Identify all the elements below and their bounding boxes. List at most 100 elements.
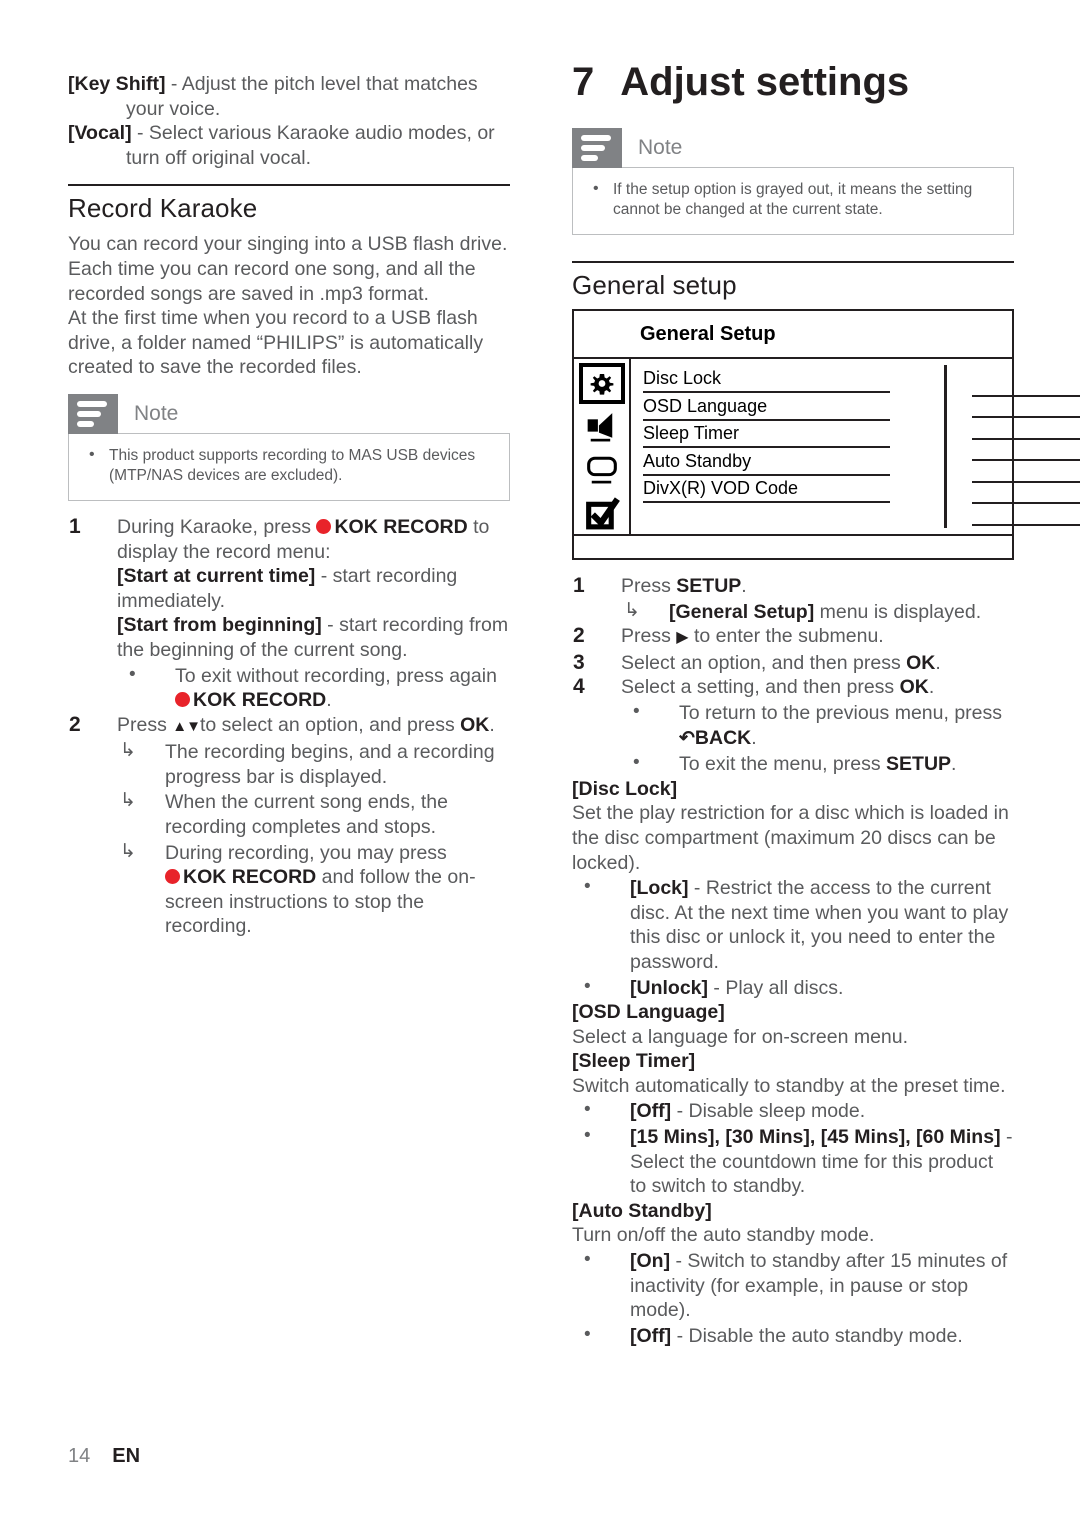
- setting-term-auto-standby: [Auto Standby]: [572, 1199, 712, 1222]
- bullet-text: [Unlock] - Play all discs.: [630, 976, 1014, 1001]
- bullet-rest: - Switch to standby after 15 minutes of …: [630, 1250, 1008, 1322]
- osd-general-setup-illustration: General Setup Disc Lock OSD Language Sle…: [572, 309, 1080, 560]
- note-item: If the setup option is grayed out, it me…: [587, 179, 999, 220]
- result-key: [General Setup]: [669, 600, 815, 623]
- right-arrow-icon: ▶: [676, 629, 689, 647]
- bullet-text: [Lock] - Restrict the access to the curr…: [630, 876, 1014, 974]
- bullet-rest: - Play all discs.: [708, 976, 844, 999]
- bullet-text: To exit without recording, press again K…: [175, 664, 510, 713]
- checkbox-check-icon[interactable]: [579, 492, 625, 533]
- result-text: The recording begins, and a recording pr…: [165, 741, 495, 788]
- page-footer: 14 EN: [68, 1445, 140, 1468]
- step-number: 3: [573, 650, 585, 674]
- setup-step-3-text: Select an option, and then press OK.: [621, 651, 1014, 676]
- steps-list-record: 1 During Karaoke, press KOK RECORD to di…: [68, 515, 510, 939]
- term-key-shift-text: - Adjust the pitch level that matches yo…: [126, 73, 478, 120]
- note-lines-icon: [572, 128, 622, 168]
- osd-item-disc-lock[interactable]: Disc Lock: [643, 368, 890, 393]
- setting-bullet-unlock: • [Unlock] - Play all discs.: [572, 976, 1014, 1001]
- step-2-mid: to select an option, and press: [199, 713, 461, 736]
- video-screen-icon[interactable]: [579, 449, 625, 490]
- osd-value-line: [972, 461, 1080, 483]
- term-vocal: [Vocal]: [68, 122, 132, 145]
- up-down-arrows-icon: ▲▼: [172, 717, 201, 735]
- step-2-lead: Press: [117, 713, 173, 736]
- left-column: [Key Shift] - Adjust the pitch level tha…: [68, 72, 510, 939]
- step-tail: .: [741, 575, 747, 597]
- setup-step-4-bullet-back: • To return to the previous menu, press …: [621, 701, 1014, 751]
- bullet-lead: To exit the menu, press: [679, 753, 887, 776]
- bullet-dot-icon: •: [584, 1323, 591, 1345]
- section-divider-rule: [68, 184, 510, 187]
- setup-step-1-text: Press SETUP.: [621, 574, 1014, 599]
- bullet-lead: To exit without recording, press again: [175, 664, 497, 687]
- note-tab: Note: [572, 128, 1014, 168]
- setting-term-osd-language: [OSD Language]: [572, 1001, 725, 1024]
- step-number: 4: [573, 675, 585, 699]
- osd-title: General Setup: [574, 311, 1012, 359]
- bullet-tail: .: [326, 689, 332, 712]
- bullet-text: [Off] - Disable the auto standby mode.: [630, 1324, 1014, 1349]
- step-lead: Select an option, and then press: [621, 651, 907, 674]
- setup-step-1: 1 Press SETUP. ↳ [General Setup] menu is…: [572, 574, 1014, 624]
- bullet-term: [Off]: [630, 1324, 672, 1347]
- note-body: This product supports recording to MAS U…: [68, 432, 510, 501]
- step-1-key: KOK RECORD: [334, 515, 468, 538]
- term-key-shift: [Key Shift]: [68, 73, 166, 95]
- osd-item-sleep-timer[interactable]: Sleep Timer: [643, 423, 890, 448]
- bullet-text: [15 Mins], [30 Mins], [45 Mins], [60 Min…: [630, 1125, 1014, 1199]
- note-box-left: Note This product supports recording to …: [68, 393, 510, 501]
- osd-item-divx-vod[interactable]: DivX(R) VOD Code: [643, 478, 890, 503]
- osd-item-osd-language[interactable]: OSD Language: [643, 396, 890, 421]
- step-tail: .: [935, 651, 941, 674]
- osd-item-auto-standby[interactable]: Auto Standby: [643, 451, 890, 476]
- note-label: Note: [134, 401, 179, 425]
- bullet-term: [On]: [630, 1250, 671, 1273]
- result-text: When the current song ends, the recordin…: [165, 791, 448, 839]
- setup-step-4-bullet-exit: • To exit the menu, press SETUP.: [621, 752, 1014, 777]
- step-lead: Press: [621, 575, 677, 597]
- chapter-name: Adjust settings: [620, 60, 910, 104]
- option-term: [Start at current time]: [117, 565, 316, 588]
- step-key: SETUP: [676, 575, 742, 597]
- bullet-text: To return to the previous menu, press ↶B…: [679, 701, 1014, 751]
- setting-bullet-sleep-durations: • [15 Mins], [30 Mins], [45 Mins], [60 M…: [572, 1125, 1014, 1199]
- setting-desc-sleep-timer: Switch automatically to standby at the p…: [572, 1074, 1006, 1097]
- osd-main: Disc Lock OSD Language Sleep Timer Auto …: [574, 359, 1080, 534]
- step-1-text: During Karaoke, press KOK RECORD to disp…: [117, 515, 510, 564]
- bullet-dot-icon: •: [584, 1099, 591, 1121]
- osd-value-line: [972, 504, 1080, 526]
- note-item: This product supports recording to MAS U…: [83, 445, 495, 486]
- language-code: EN: [112, 1445, 141, 1467]
- step-1-lead: During Karaoke, press: [117, 515, 317, 538]
- red-record-dot-icon: [316, 518, 332, 534]
- paragraph-record-intro: You can record your singing into a USB f…: [68, 233, 508, 305]
- setup-step-2-text: Press ▶ to enter the submenu.: [621, 624, 1014, 651]
- bullet-dot-icon: •: [129, 663, 136, 685]
- gear-icon[interactable]: [578, 363, 625, 404]
- bullet-rest: - Disable sleep mode.: [671, 1100, 866, 1123]
- osd-status-bar: [574, 534, 1012, 558]
- setting-desc-disc-lock: Set the play restriction for a disc whic…: [572, 802, 1009, 874]
- manual-page: [Key Shift] - Adjust the pitch level tha…: [0, 0, 1080, 1527]
- setting-term-disc-lock: [Disc Lock]: [572, 777, 678, 800]
- step-number: 1: [573, 574, 585, 597]
- bullet-key: BACK: [694, 726, 752, 749]
- definition-vocal: [Vocal] - Select various Karaoke audio m…: [68, 121, 510, 170]
- bullet-term: [Off]: [630, 1100, 672, 1123]
- option-term: [Start from beginning]: [117, 614, 322, 637]
- osd-icon-rail: [574, 359, 631, 534]
- setting-bullet-lock: • [Lock] - Restrict the access to the cu…: [572, 876, 1014, 974]
- page-number: 14: [68, 1445, 91, 1467]
- bullet-text: [On] - Switch to standby after 15 minute…: [630, 1249, 1014, 1323]
- speaker-icon[interactable]: [579, 406, 625, 447]
- bullet-dot-icon: •: [584, 1125, 591, 1147]
- term-vocal-text: - Select various Karaoke audio modes, or…: [126, 122, 495, 169]
- steps-list-setup: 1 Press SETUP. ↳ [General Setup] menu is…: [572, 574, 1014, 777]
- osd-value-line: [972, 375, 1080, 397]
- bullet-key: KOK RECORD: [193, 689, 327, 712]
- settings-descriptions: [Disc Lock] Set the play restriction for…: [572, 777, 1014, 1349]
- setup-step-4-text: Select a setting, and then press OK.: [621, 675, 1014, 700]
- step-2-result-3: ↳ During recording, you may press KOK RE…: [117, 841, 510, 939]
- step-2-key: OK: [460, 713, 490, 736]
